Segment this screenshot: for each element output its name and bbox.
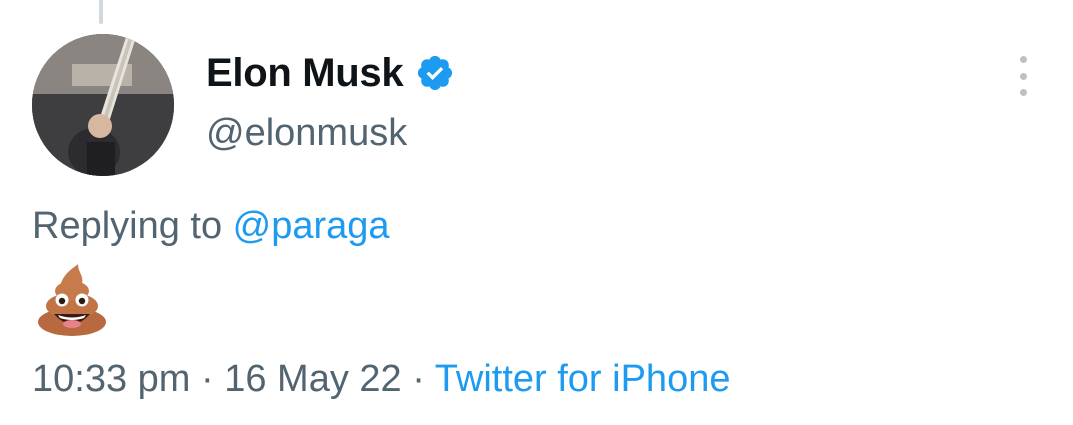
tweet-meta: 10:33 pm · 16 May 22 · Twitter for iPhon… xyxy=(32,358,730,401)
replying-to-line: Replying to @paraga xyxy=(32,205,390,248)
tweet-date[interactable]: 16 May 22 xyxy=(224,358,401,400)
verified-badge-icon xyxy=(415,53,455,93)
tweet-time[interactable]: 10:33 pm xyxy=(32,358,190,400)
pile-of-poo-emoji-icon xyxy=(34,262,110,338)
more-dot xyxy=(1019,89,1027,96)
tweet-source-link[interactable]: Twitter for iPhone xyxy=(435,358,731,400)
thread-connector-line xyxy=(99,0,103,24)
tweet: Elon Musk @elonmusk Replying to @paraga xyxy=(0,0,1073,425)
meta-separator: · xyxy=(190,358,225,400)
more-dot xyxy=(1019,56,1027,63)
avatar[interactable] xyxy=(32,34,174,176)
more-options-icon[interactable] xyxy=(1010,56,1036,96)
replying-to-label: Replying to xyxy=(32,205,233,247)
display-name[interactable]: Elon Musk xyxy=(206,51,404,96)
author-name-row: Elon Musk xyxy=(206,46,455,100)
author-handle[interactable]: @elonmusk xyxy=(206,112,407,155)
reply-mention-link[interactable]: @paraga xyxy=(233,205,390,247)
meta-separator: · xyxy=(401,358,435,400)
avatar-photo xyxy=(32,34,174,176)
more-dot xyxy=(1019,72,1027,80)
